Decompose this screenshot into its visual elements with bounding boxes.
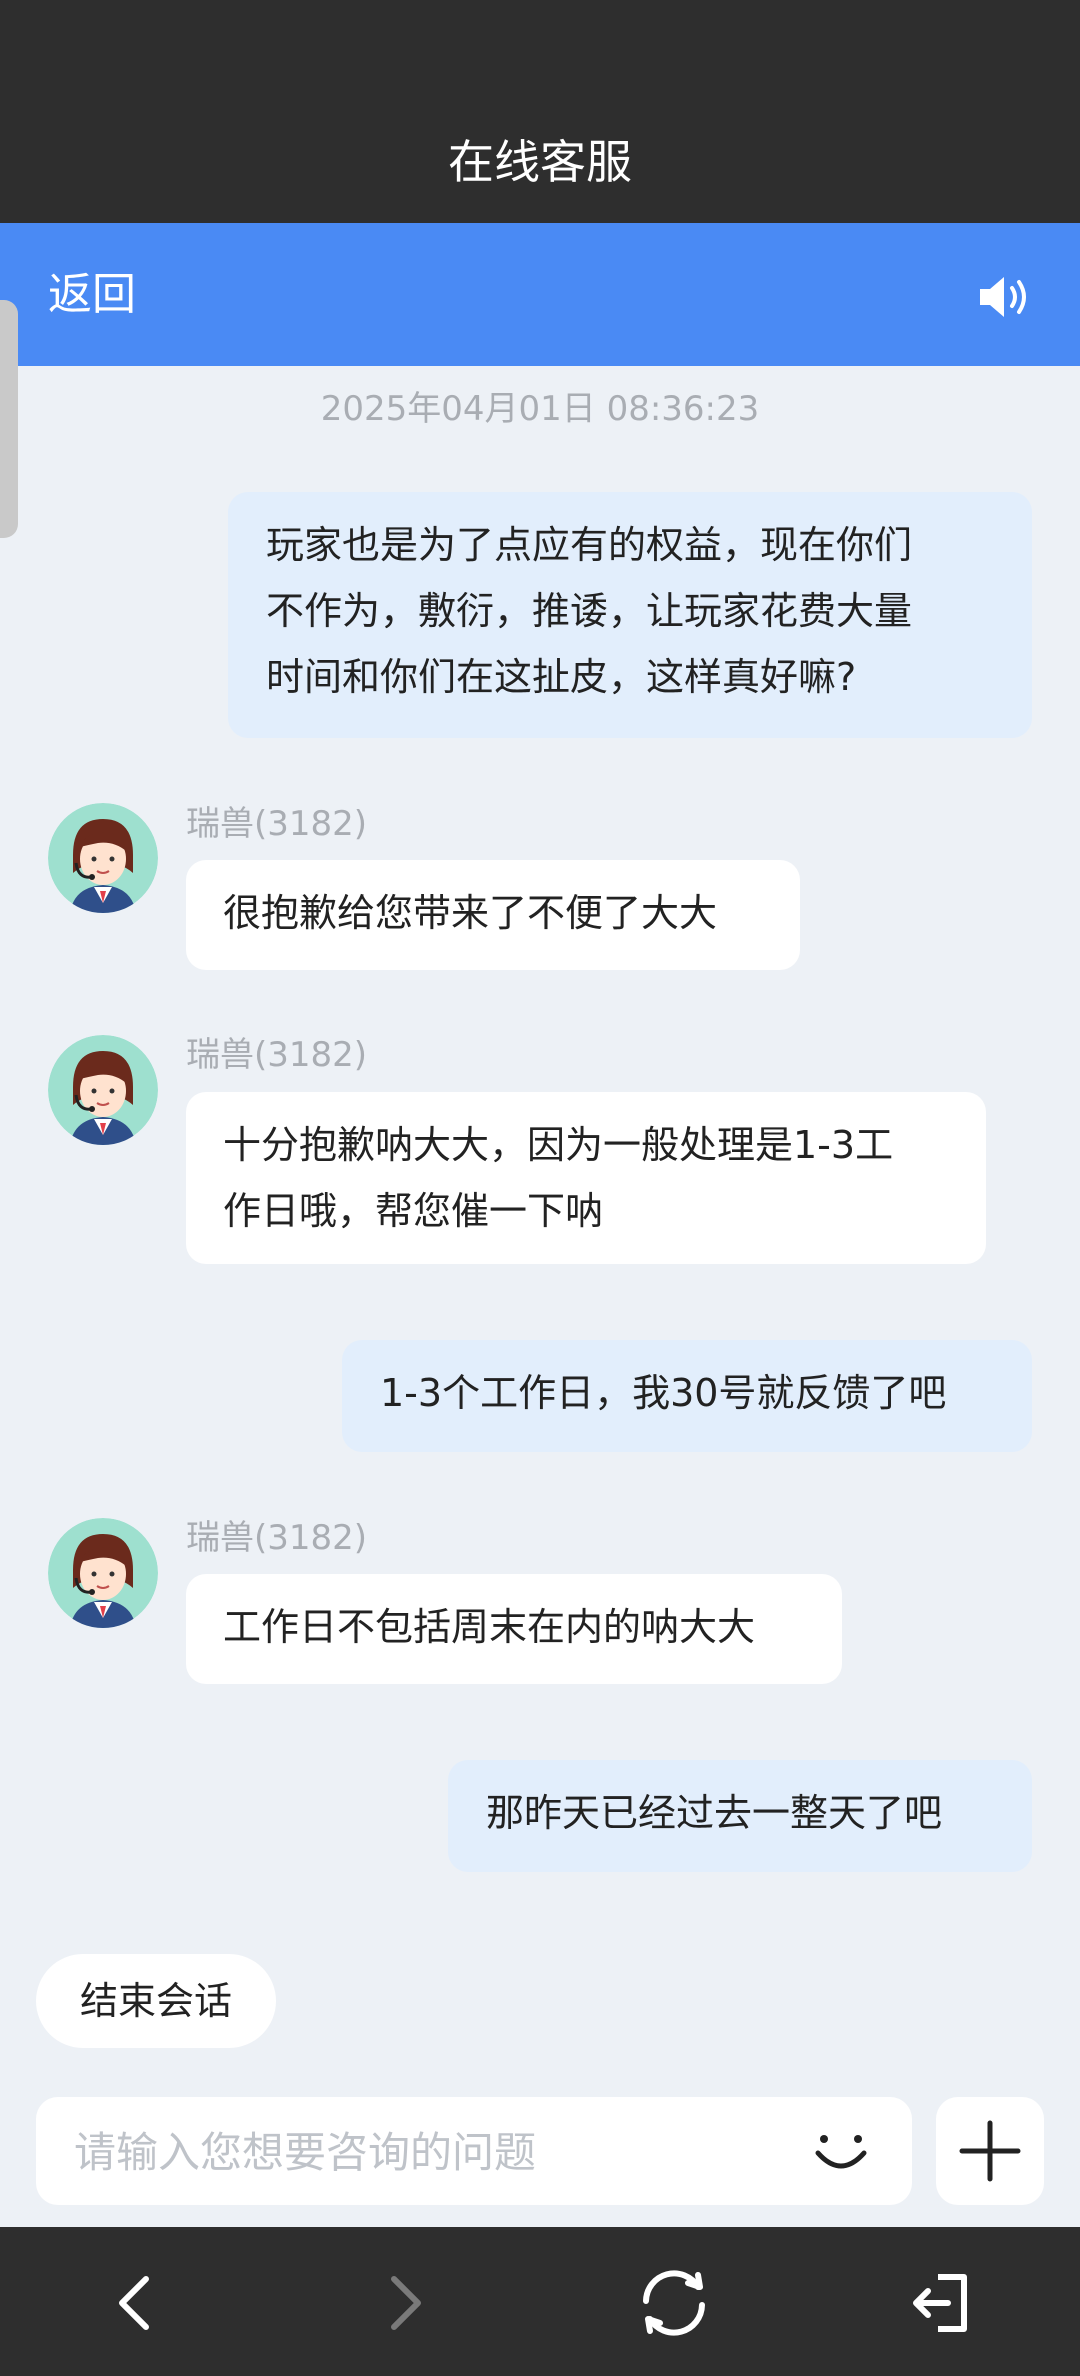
agent-name: 瑞兽(3182) (186, 804, 368, 844)
user-message: 玩家也是为了点应有的权益，现在你们 不作为，敷衍，推诿，让玩家花费大量 时间和你… (228, 492, 1032, 738)
back-button[interactable]: 返回 (48, 263, 136, 327)
message-input[interactable] (72, 2115, 796, 2189)
end-session-button[interactable]: 结束会话 (36, 1954, 276, 2048)
chevron-right-icon[interactable] (372, 2271, 436, 2335)
page-title: 在线客服 (448, 135, 632, 189)
message-composer (36, 2097, 912, 2205)
user-message: 1-3个工作日，我30号就反馈了吧 (342, 1340, 1032, 1452)
message-line: 玩家也是为了点应有的权益，现在你们 (266, 523, 913, 567)
plus-icon (959, 2120, 1021, 2182)
agent-avatar (48, 1035, 158, 1145)
message-line: 工作日不包括周末在内的呐大大 (223, 1605, 756, 1649)
chevron-left-icon[interactable] (104, 2271, 168, 2335)
smiley-icon[interactable] (810, 2121, 872, 2183)
title-bar: 在线客服 (0, 0, 1080, 223)
speaker-volume-icon[interactable] (976, 271, 1032, 323)
plus-button[interactable] (936, 2097, 1044, 2205)
refresh-icon[interactable] (632, 2267, 716, 2339)
message-line: 作日哦，帮您催一下呐 (223, 1189, 604, 1233)
chat-header: 返回 (0, 223, 1080, 366)
exit-icon[interactable] (908, 2271, 972, 2335)
user-message: 那昨天已经过去一整天了吧 (448, 1760, 1032, 1872)
agent-name: 瑞兽(3182) (186, 1035, 368, 1075)
chat-timestamp: 2025年04月01日 08:36:23 (320, 389, 760, 429)
message-line: 十分抱歉呐大大，因为一般处理是1-3工 (223, 1123, 894, 1167)
agent-name: 瑞兽(3182) (186, 1518, 368, 1558)
message-line: 时间和你们在这扯皮，这样真好嘛? (266, 655, 857, 699)
message-line: 1-3个工作日，我30号就反馈了吧 (380, 1371, 947, 1415)
agent-message: 很抱歉给您带来了不便了大大 (186, 860, 800, 970)
message-line: 那昨天已经过去一整天了吧 (486, 1791, 943, 1835)
message-line: 很抱歉给您带来了不便了大大 (223, 891, 718, 935)
agent-avatar (48, 803, 158, 913)
agent-message: 工作日不包括周末在内的呐大大 (186, 1574, 842, 1684)
agent-avatar (48, 1518, 158, 1628)
agent-message: 十分抱歉呐大大，因为一般处理是1-3工 作日哦，帮您催一下呐 (186, 1092, 986, 1264)
message-line: 不作为，敷衍，推诿，让玩家花费大量 (266, 589, 913, 633)
bottom-navigation (0, 2227, 1080, 2376)
